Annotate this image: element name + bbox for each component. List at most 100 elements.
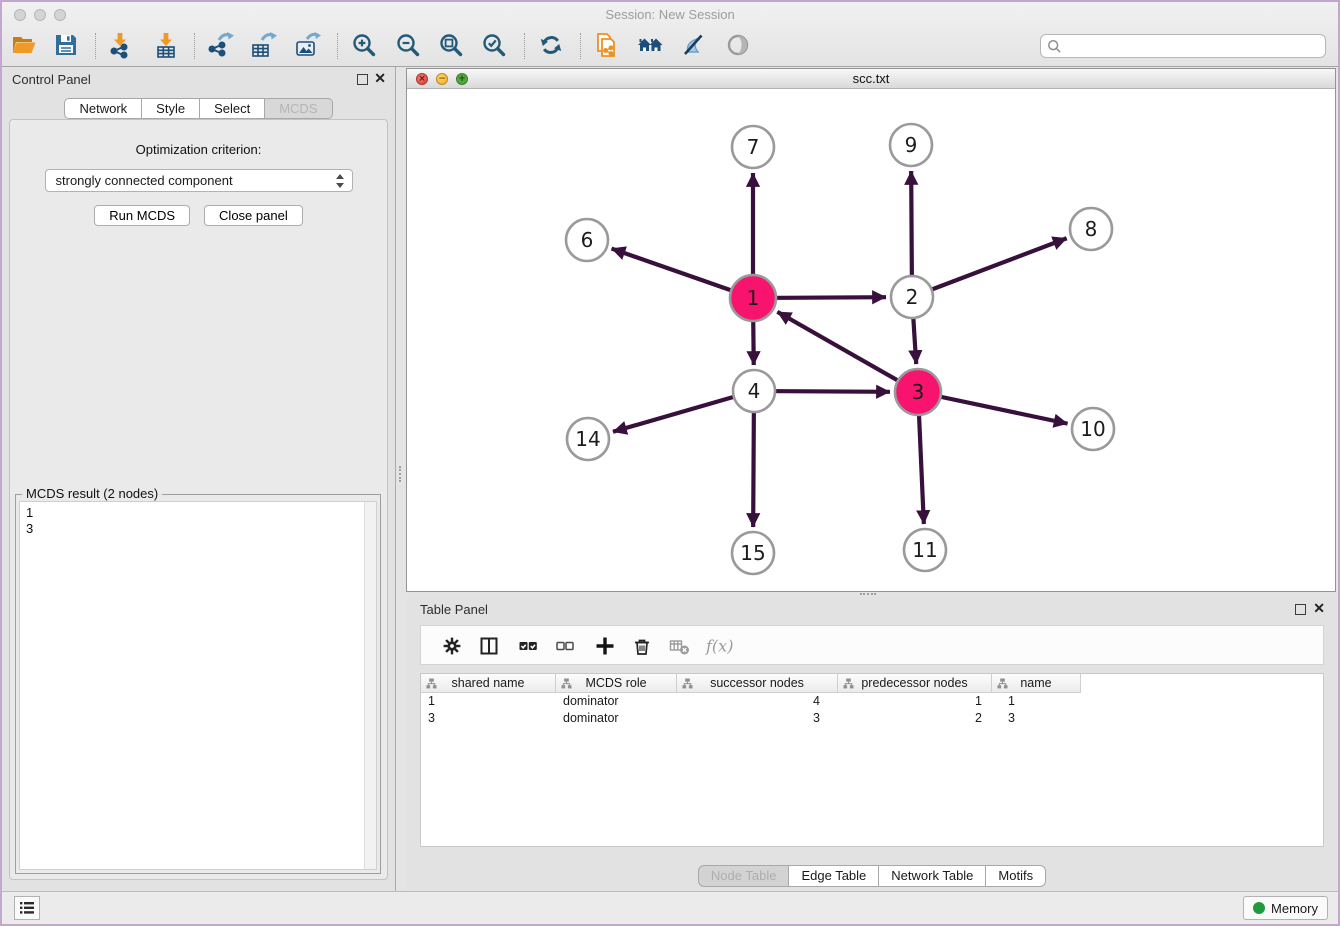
network-window-titlebar[interactable]: × − + scc.txt <box>407 69 1335 89</box>
tab-network[interactable]: Network <box>64 98 142 119</box>
table-header: shared nameMCDS rolesuccessor nodesprede… <box>421 674 1323 693</box>
memory-button[interactable]: Memory <box>1243 896 1328 920</box>
vertical-splitter-handle[interactable] <box>399 466 405 482</box>
table-cell[interactable]: 1 <box>992 693 1081 710</box>
svg-text:f(x): f(x) <box>705 637 733 656</box>
table-panel: Table Panel ✕ f(x) shared nameMCDS roles… <box>406 597 1338 892</box>
network-graph[interactable]: 7968124314101511 <box>407 89 1335 591</box>
column-header-predecessor-nodes[interactable]: predecessor nodes <box>838 674 992 693</box>
close-panel-button[interactable]: Close panel <box>204 205 303 226</box>
criterion-select[interactable]: strongly connected component <box>45 169 353 192</box>
graph-edge-2-8[interactable] <box>912 238 1067 297</box>
save-session-icon[interactable] <box>52 31 80 59</box>
tab-edge-table[interactable]: Edge Table <box>789 865 879 887</box>
select-stepper-icon <box>336 174 345 188</box>
table-cell[interactable]: dominator <box>556 710 677 727</box>
toolbar-separator <box>524 33 525 59</box>
memory-label: Memory <box>1271 901 1318 916</box>
mcds-result-area[interactable]: 1 3 <box>19 501 377 870</box>
table-cell[interactable]: 3 <box>992 710 1081 727</box>
result-scrollbar[interactable] <box>364 502 376 869</box>
graph-node-label: 9 <box>905 133 918 157</box>
zoom-fit-icon[interactable] <box>437 31 465 59</box>
table-cell[interactable]: 3 <box>421 710 556 727</box>
toggle-vizmapper-icon[interactable] <box>679 31 707 59</box>
zoom-out-icon[interactable] <box>394 31 422 59</box>
table-cell[interactable]: dominator <box>556 693 677 710</box>
optimization-criterion-label: Optimization criterion: <box>10 142 387 157</box>
table-body: 1dominator4113dominator323 <box>421 693 1323 727</box>
select-all-icon[interactable] <box>517 635 539 657</box>
tab-network-table[interactable]: Network Table <box>879 865 986 887</box>
import-network-icon[interactable] <box>106 31 134 59</box>
toolbar-separator <box>337 33 338 59</box>
main-toolbar <box>2 26 1338 66</box>
toolbar-separator <box>580 33 581 59</box>
show-graphics-details-icon[interactable] <box>724 31 752 59</box>
column-header-shared-name[interactable]: shared name <box>421 674 556 693</box>
control-panel: Control Panel ✕ NetworkStyleSelectMCDS O… <box>2 67 396 892</box>
export-table-icon[interactable] <box>249 31 277 59</box>
list-icon <box>15 897 39 919</box>
mcds-panel: Optimization criterion: strongly connect… <box>9 119 388 880</box>
export-network-icon[interactable] <box>206 31 234 59</box>
settings-icon[interactable] <box>441 635 463 657</box>
search-box[interactable] <box>1040 34 1326 58</box>
table-tabs: Node TableEdge TableNetwork TableMotifs <box>406 865 1338 887</box>
new-network-from-selection-icon[interactable] <box>592 31 620 59</box>
tab-style[interactable]: Style <box>142 98 200 119</box>
toggle-panel-layout-icon[interactable] <box>478 635 500 657</box>
add-column-icon[interactable] <box>594 635 616 657</box>
search-input[interactable] <box>1065 36 1319 58</box>
table-cell[interactable]: 2 <box>838 710 992 727</box>
open-file-icon[interactable] <box>10 31 38 59</box>
graph-node-label: 15 <box>740 541 765 565</box>
table-cell[interactable]: 1 <box>838 693 992 710</box>
refresh-view-icon[interactable] <box>537 31 565 59</box>
graph-node-label: 10 <box>1080 417 1105 441</box>
delete-table-icon[interactable] <box>668 635 690 657</box>
tab-node-table[interactable]: Node Table <box>698 865 790 887</box>
table-row[interactable]: 1dominator411 <box>421 693 1323 710</box>
graph-edges[interactable] <box>612 171 1068 527</box>
table-row[interactable]: 3dominator323 <box>421 710 1323 727</box>
graph-node-label: 3 <box>912 380 925 404</box>
table-toolbar: f(x) <box>420 625 1324 665</box>
close-table-panel-icon[interactable]: ✕ <box>1313 600 1325 617</box>
zoom-selected-icon[interactable] <box>480 31 508 59</box>
float-panel-icon[interactable] <box>357 74 368 85</box>
tab-mcds[interactable]: MCDS <box>265 98 332 119</box>
graph-node-label: 8 <box>1085 217 1098 241</box>
mcds-result-text: 1 3 <box>26 505 33 537</box>
column-header-successor-nodes[interactable]: successor nodes <box>677 674 838 693</box>
table-cell[interactable]: 4 <box>677 693 838 710</box>
application-window: Session: New Session <box>0 0 1340 926</box>
close-panel-icon[interactable]: ✕ <box>374 70 386 87</box>
table-cell[interactable]: 1 <box>421 693 556 710</box>
criterion-value: strongly connected component <box>56 173 233 188</box>
column-header-MCDS-role[interactable]: MCDS role <box>556 674 677 693</box>
node-table[interactable]: shared nameMCDS rolesuccessor nodesprede… <box>420 673 1324 847</box>
network-window-title: scc.txt <box>407 71 1335 86</box>
tab-select[interactable]: Select <box>200 98 265 119</box>
control-panel-tabs: NetworkStyleSelectMCDS <box>2 98 395 119</box>
graph-node-label: 4 <box>748 379 761 403</box>
deselect-all-icon[interactable] <box>554 635 576 657</box>
graph-node-label: 1 <box>747 286 760 310</box>
float-table-panel-icon[interactable] <box>1295 604 1306 615</box>
function-builder-icon[interactable]: f(x) <box>704 635 736 657</box>
task-history-button[interactable] <box>14 896 40 920</box>
delete-column-icon[interactable] <box>631 635 653 657</box>
network-window: × − + scc.txt 7968124314101511 <box>406 68 1336 592</box>
control-panel-title: Control Panel <box>12 72 91 87</box>
tab-motifs[interactable]: Motifs <box>986 865 1046 887</box>
run-mcds-button[interactable]: Run MCDS <box>94 205 190 226</box>
export-image-icon[interactable] <box>293 31 321 59</box>
toolbar-separator <box>95 33 96 59</box>
column-header-name[interactable]: name <box>992 674 1081 693</box>
toolbar-separator <box>194 33 195 59</box>
table-cell[interactable]: 3 <box>677 710 838 727</box>
arrange-windows-icon[interactable] <box>636 31 664 59</box>
import-table-icon[interactable] <box>152 31 180 59</box>
zoom-in-icon[interactable] <box>350 31 378 59</box>
